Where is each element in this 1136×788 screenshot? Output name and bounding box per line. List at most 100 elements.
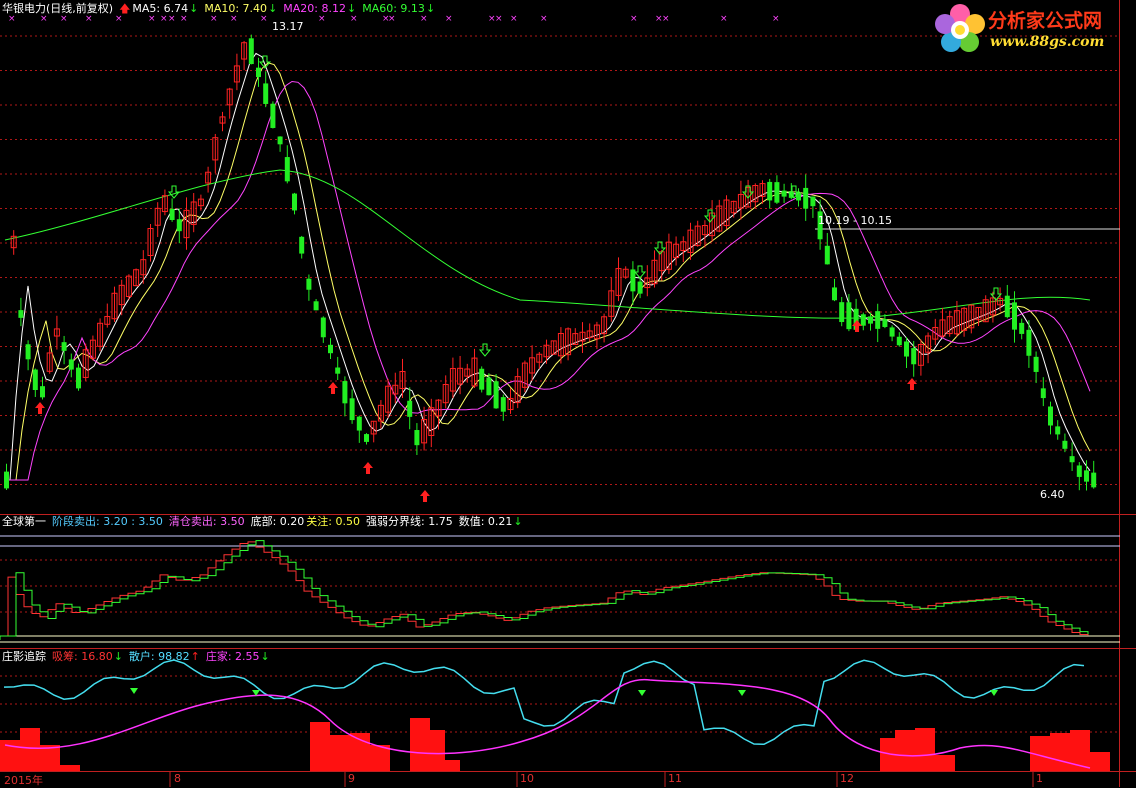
candle-body	[630, 269, 636, 292]
candle-body	[1019, 322, 1025, 334]
main-panel-header: 华银电力(日线,前复权) 🡅 MA5: 6.74↓ MA10: 7.40↓ MA20: …	[2, 2, 441, 16]
candle-body	[1055, 426, 1061, 435]
accumulate-bar	[350, 733, 370, 771]
down-arrow-icon: ↓	[260, 650, 270, 663]
sell-arrow-icon	[478, 343, 492, 357]
signal-x-mark: ×	[445, 14, 453, 24]
dealer-label: 庄家: 2.55	[205, 650, 260, 663]
signal-x-mark: ×	[495, 14, 503, 24]
xaxis-label: 11	[668, 772, 682, 785]
accumulate-bar	[330, 735, 350, 771]
candle-body	[169, 208, 175, 221]
xaxis-label: 10	[520, 772, 534, 785]
signal-x-mark: ×	[540, 14, 548, 24]
candle-body	[1004, 295, 1010, 318]
up-arrow-icon: ↑	[190, 650, 200, 663]
accumulate-bar	[1090, 752, 1110, 771]
range-price-label: 10.19 - 10.15	[818, 214, 892, 227]
candle-body	[1084, 470, 1089, 482]
candle-body	[875, 311, 881, 329]
accumulate-label: 吸筹: 16.80	[52, 650, 113, 663]
candle-body	[479, 368, 485, 390]
candle-body	[313, 301, 319, 311]
signal-triangle-icon	[738, 690, 746, 696]
xaxis-label: 2015年	[4, 774, 43, 787]
accumulate-bar	[310, 722, 330, 771]
right-axis-line	[1119, 0, 1120, 787]
candle-body	[781, 190, 787, 197]
panel3-title: 庄影追踪	[2, 650, 46, 663]
candle-body	[40, 386, 45, 398]
candle-body	[882, 319, 888, 327]
candle-body	[68, 359, 74, 370]
accumulate-bar	[1050, 733, 1070, 771]
candle-body	[486, 377, 492, 396]
clear-sell-label: 清仓卖出: 3.50	[168, 515, 245, 528]
high-price-label: 13.17	[272, 20, 304, 33]
ma10-line	[4, 62, 1091, 481]
watch-label: 关注: 0.50	[306, 515, 360, 528]
ma5-line	[4, 52, 1091, 481]
candle-body	[248, 38, 254, 65]
candle-body	[1026, 329, 1032, 356]
xaxis-label: 1	[1036, 772, 1043, 785]
candle-body	[306, 278, 312, 290]
candle-body	[76, 367, 81, 389]
candle-body	[263, 83, 269, 104]
candle-body	[407, 400, 413, 417]
signal-triangle-icon	[130, 688, 138, 694]
signal-triangle-icon	[638, 690, 646, 696]
retail-label: 散户: 98.82	[128, 650, 190, 663]
buy-arrow-icon	[907, 378, 917, 390]
stage-green-step-line	[0, 540, 1089, 640]
sell-arrow-icon	[167, 185, 181, 199]
candle-body	[493, 381, 499, 409]
candle-body	[320, 317, 326, 338]
candle-body	[270, 103, 276, 128]
logo-url-text: www.88gs.com	[990, 34, 1105, 50]
down-arrow-icon: ↓	[189, 2, 199, 15]
candle-body	[277, 136, 283, 145]
signal-x-mark: ×	[630, 14, 638, 24]
candle-body	[1062, 440, 1068, 449]
candle-body	[1040, 388, 1046, 399]
panel-divider	[0, 648, 1136, 649]
candle-body	[868, 316, 873, 324]
signal-x-mark: ×	[662, 14, 670, 24]
site-logo: 分析家公式网 www.88gs.com	[932, 2, 1132, 58]
candle-body	[803, 187, 809, 209]
candle-body	[364, 434, 369, 442]
candle-body	[1048, 406, 1053, 426]
candle-body	[1033, 356, 1039, 372]
candle-body	[824, 245, 830, 265]
candle-body	[414, 430, 420, 446]
stock-chart[interactable]: × × × × × × × × × × × × × × ×× × × × × × × × × × × × 13.17 10.19 …	[0, 0, 1136, 787]
sell-arrow-icon	[633, 265, 647, 279]
panel-divider	[0, 771, 1136, 772]
candle-body	[176, 219, 182, 232]
candle-body	[292, 193, 297, 211]
accumulate-bar	[1070, 730, 1090, 771]
candle-body	[32, 369, 38, 391]
logo-brand-text: 分析家公式网	[988, 10, 1103, 32]
down-arrow-icon: ↓	[268, 2, 278, 15]
accumulate-bar	[915, 728, 935, 771]
panel2-header: 全球第一 阶段卖出: 3.20 : 3.50 清仓卖出: 3.50 底部: 0.20 关…	[2, 515, 529, 529]
candle-body	[860, 314, 866, 326]
dealer-line	[4, 678, 1091, 769]
panel2-title: 全球第一	[2, 515, 46, 528]
stock-title: 华银电力(日线,前复权)	[2, 2, 114, 15]
candle-body	[284, 157, 290, 182]
xaxis-label: 12	[840, 772, 854, 785]
candle-body	[61, 342, 67, 351]
candle-body	[1091, 472, 1097, 488]
candle-body	[796, 192, 801, 201]
candle-body	[637, 281, 643, 294]
candle-body	[342, 381, 348, 404]
candle-body	[335, 367, 341, 374]
candle-body	[774, 182, 780, 203]
down-arrow-icon: ↓	[113, 650, 123, 663]
accumulate-bar	[935, 755, 955, 771]
buy-arrow-icon	[852, 320, 862, 332]
candle-body	[256, 67, 261, 78]
